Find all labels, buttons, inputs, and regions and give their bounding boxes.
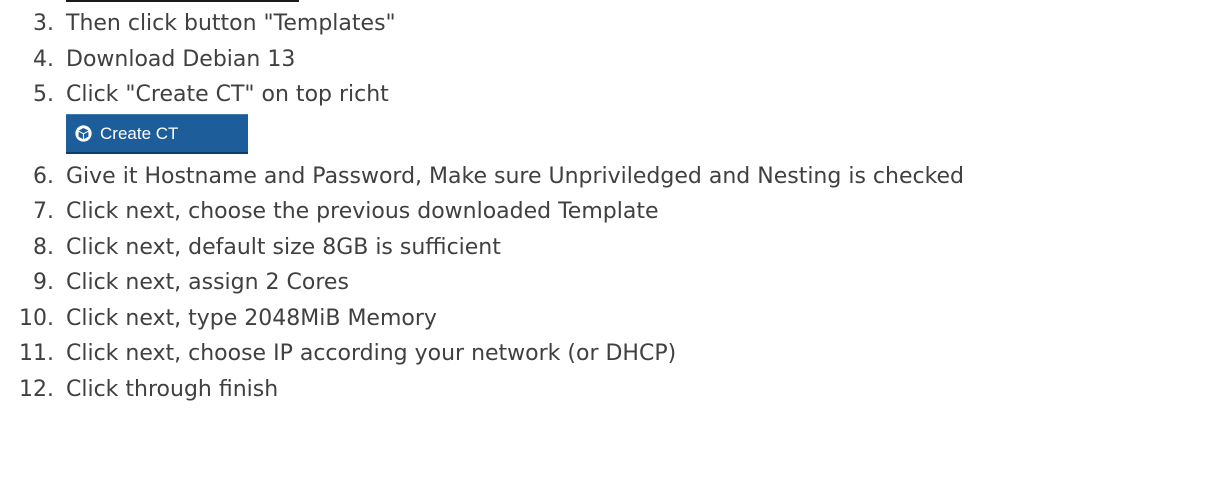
- step-text: Click next, choose IP according your net…: [66, 341, 677, 366]
- cube-icon: [75, 124, 92, 142]
- step-number: 4.: [33, 46, 54, 72]
- create-ct-button-screenshot: Create CT: [66, 113, 248, 154]
- list-item: 11. Click next, choose IP according your …: [0, 336, 964, 372]
- step-number: 11.: [19, 341, 54, 366]
- step-text: Click through finish: [66, 376, 279, 402]
- step-text: Click next, choose the previous download…: [66, 199, 659, 224]
- step-number: 3.: [33, 11, 54, 36]
- top-divider: [66, 0, 299, 2]
- step-text: Then click button "Templates": [66, 11, 396, 36]
- list-item: 4. Download Debian 13: [0, 42, 964, 78]
- step-number: 10.: [19, 305, 54, 331]
- step-text: Give it Hostname and Password, Make sure…: [66, 163, 965, 189]
- step-number: 6.: [33, 163, 54, 189]
- instruction-list: 3. Then click button "Templates" 4. Downlo…: [0, 6, 964, 407]
- step-number: 12.: [19, 376, 54, 402]
- list-item: 9. Click next, assign 2 Cores: [0, 265, 964, 301]
- step-text: Click "Create CT" on top richt: [66, 82, 389, 107]
- list-item: 10. Click next, type 2048MiB Memory: [0, 301, 964, 337]
- list-item: 8. Click next, default size 8GB is suffic…: [0, 230, 964, 266]
- list-item: 3. Then click button "Templates": [0, 6, 964, 42]
- step-number: 5.: [33, 82, 54, 107]
- step-text: Click next, assign 2 Cores: [66, 270, 349, 295]
- step-number: 8.: [33, 234, 54, 260]
- step-text: Click next, type 2048MiB Memory: [66, 305, 437, 331]
- list-item: 5. Click "Create CT" on top richt Create …: [0, 77, 964, 154]
- list-item: 6. Give it Hostname and Password, Make su…: [0, 159, 964, 195]
- step-text: Download Debian 13: [66, 46, 296, 72]
- step-text: Click next, default size 8GB is sufficie…: [66, 234, 501, 260]
- create-ct-label: Create CT: [100, 123, 179, 143]
- list-item: 7. Click next, choose the previous downlo…: [0, 194, 964, 230]
- list-item: 12. Click through finish: [0, 372, 964, 408]
- step-number: 9.: [33, 270, 54, 295]
- step-number: 7.: [33, 199, 54, 224]
